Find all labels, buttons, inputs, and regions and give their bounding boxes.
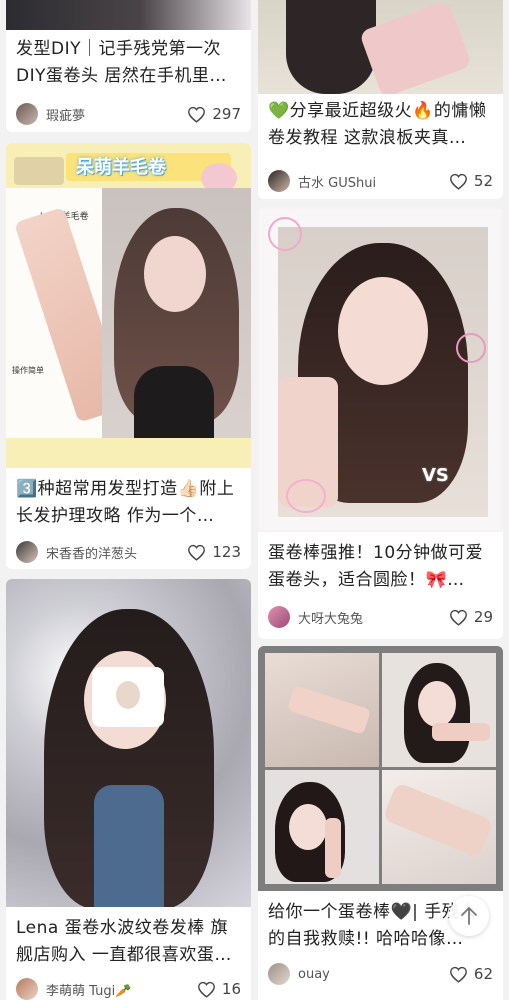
note-card[interactable]: VS 蛋卷棒强推！10分钟做可爱蛋卷头，适合圆脸！🎀… 大呀大兔兔 29 — [258, 207, 503, 639]
collage-photo — [265, 653, 379, 767]
author-name[interactable]: 大呀大兔兔 — [298, 608, 449, 627]
side-note: 操作简单 — [12, 366, 44, 375]
like-button[interactable]: 29 — [449, 608, 493, 626]
note-cover-image[interactable] — [258, 646, 503, 891]
like-button[interactable]: 52 — [449, 172, 493, 190]
collage-photo — [265, 770, 379, 884]
note-cover-image[interactable] — [258, 0, 503, 94]
flower-doodle — [286, 479, 326, 513]
portrait-photo — [278, 227, 488, 517]
like-button[interactable]: 297 — [187, 105, 241, 123]
like-button[interactable]: 16 — [197, 980, 241, 998]
author-name[interactable]: 宋香香的洋葱头 — [46, 543, 187, 562]
vs-label: VS — [422, 465, 449, 486]
banner-text: 呆萌羊毛卷 — [76, 157, 166, 178]
heart-outline-icon — [449, 609, 467, 626]
note-title[interactable]: 3️⃣种超常用发型打造👍🏻附上长发护理攻略 作为一个… — [6, 476, 251, 530]
heart-outline-icon — [449, 966, 467, 983]
like-count: 29 — [473, 608, 493, 626]
note-meta: 古水 GUShui 52 — [268, 169, 493, 193]
note-card[interactable]: 呆萌羊毛卷 Lena羊毛卷 操作简单 3️⃣种超常用发型打造👍🏻附上长发护理攻略… — [6, 143, 251, 569]
note-cover-image[interactable]: 呆萌羊毛卷 Lena羊毛卷 操作简单 — [6, 143, 251, 468]
author-name[interactable]: ouay — [298, 967, 449, 982]
heart-outline-icon — [188, 544, 206, 561]
note-meta: 宋香香的洋葱头 123 — [16, 540, 241, 564]
note-cover-image[interactable] — [6, 0, 251, 30]
like-count: 297 — [212, 105, 241, 123]
note-cover-image[interactable]: VS — [258, 207, 503, 532]
note-meta: 李萌萌 Tugi🥕 16 — [16, 977, 241, 1000]
note-title[interactable]: 蛋卷棒强推！10分钟做可爱蛋卷头，适合圆脸！🎀… — [258, 540, 503, 594]
like-count: 123 — [212, 543, 241, 561]
arrow-up-icon — [461, 907, 477, 925]
author-name[interactable]: 瑕疵夢 — [46, 105, 187, 124]
bunny-sticker — [92, 667, 164, 727]
note-meta: ouay 62 — [268, 962, 493, 986]
note-meta: 瑕疵夢 297 — [16, 102, 241, 126]
collage-photo — [382, 653, 496, 767]
flower-doodle — [456, 333, 486, 363]
heart-outline-icon — [197, 981, 215, 998]
like-count: 52 — [473, 172, 493, 190]
top-garment — [94, 785, 164, 907]
like-button[interactable]: 62 — [449, 965, 493, 983]
note-card[interactable]: Lena 蛋卷水波纹卷发棒 旗舰店购入 一直都很喜欢蛋… 李萌萌 Tugi🥕 1… — [6, 579, 251, 1000]
avatar[interactable] — [268, 963, 290, 985]
author-name[interactable]: 古水 GUShui — [298, 172, 449, 191]
note-cover-image[interactable] — [6, 579, 251, 907]
heart-outline-icon — [449, 173, 467, 190]
note-card[interactable]: 💚分享最近超级火🔥的慵懒卷发教程 这款浪板夹真… 古水 GUShui 52 — [258, 0, 503, 199]
avatar[interactable] — [16, 541, 38, 563]
avatar[interactable] — [268, 606, 290, 628]
note-card[interactable]: 给你一个蛋卷棒🖤| 手残人的自我救赎!! 哈哈哈像… ouay 62 — [258, 646, 503, 1000]
collage-photo — [382, 770, 496, 884]
heart-outline-icon — [188, 106, 206, 123]
like-count: 62 — [473, 965, 493, 983]
note-meta: 大呀大兔兔 29 — [268, 605, 493, 629]
like-button[interactable]: 123 — [187, 543, 241, 561]
author-name[interactable]: 李萌萌 Tugi🥕 — [46, 980, 197, 999]
avatar[interactable] — [268, 170, 290, 192]
avatar[interactable] — [16, 103, 38, 125]
scroll-to-top-button[interactable] — [449, 896, 489, 936]
avatar[interactable] — [16, 978, 38, 1000]
note-title[interactable]: 发型DIY｜记手残党第一次DIY蛋卷头 居然在手机里… — [6, 36, 251, 90]
note-card[interactable]: 发型DIY｜记手残党第一次DIY蛋卷头 居然在手机里… 瑕疵夢 297 — [6, 0, 251, 132]
note-title[interactable]: 💚分享最近超级火🔥的慵懒卷发教程 这款浪板夹真… — [258, 98, 503, 152]
portrait-photo — [102, 188, 251, 438]
flower-doodle — [268, 217, 302, 251]
house-illustration — [14, 157, 64, 185]
note-title[interactable]: Lena 蛋卷水波纹卷发棒 旗舰店购入 一直都很喜欢蛋… — [6, 915, 251, 969]
like-count: 16 — [221, 980, 241, 998]
